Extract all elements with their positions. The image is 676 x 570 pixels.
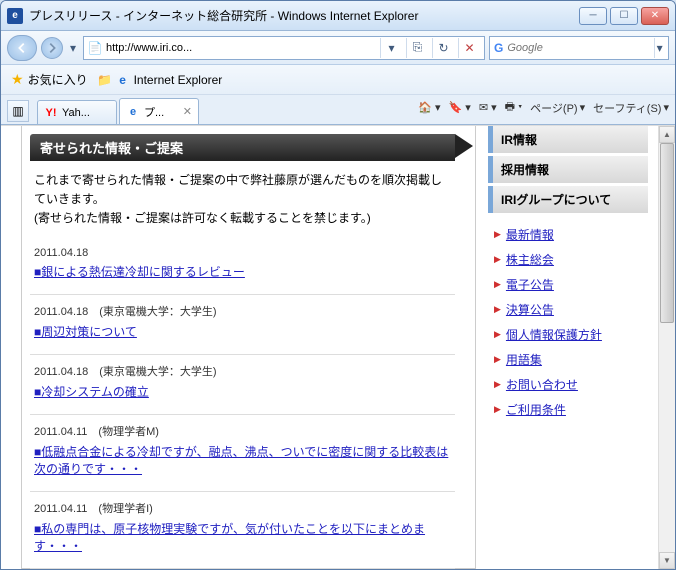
home-icon[interactable]: 🏠 ▾ xyxy=(418,101,440,114)
tab-yahoo[interactable]: Y! Yah... xyxy=(37,100,117,124)
arrow-icon: ▶ xyxy=(494,404,501,415)
sidebar-link[interactable]: お問い合わせ xyxy=(506,376,578,393)
post-link[interactable]: ■周辺対策について xyxy=(34,325,137,339)
section-header: 寄せられた情報・ご提案 xyxy=(30,134,455,161)
sidebar-link-item: ▶ 用語集 xyxy=(494,347,648,372)
back-button[interactable] xyxy=(7,35,37,61)
post-item: 2011.04.18 (東京電機大学：大学生) ■冷却システムの確立 xyxy=(30,355,455,415)
url-dropdown[interactable]: ▾ xyxy=(380,38,402,58)
favorites-label: お気に入り xyxy=(28,71,88,88)
scroll-down-button[interactable]: ▼ xyxy=(659,552,675,569)
tab-close-icon[interactable]: ✕ xyxy=(183,105,192,118)
post-date: 2011.04.18 (東京電機大学：大学生) xyxy=(34,303,451,319)
new-tab-button[interactable]: ▥ xyxy=(7,100,29,122)
post-item: 2011.04.11 (物理学者I) ■私の専門は、原子核物理実験ですが、気が付い… xyxy=(30,492,455,569)
sidebar-category[interactable]: IRIグループについて xyxy=(488,186,648,213)
post-date: 2011.04.18 (東京電機大学：大学生) xyxy=(34,363,451,379)
history-dropdown[interactable]: ▾ xyxy=(67,35,79,61)
arrow-icon: ▶ xyxy=(494,354,501,365)
sidebar-link-item: ▶ 決算公告 xyxy=(494,297,648,322)
tab-label: プ... xyxy=(144,104,164,120)
print-icon[interactable]: 🖶 ▾ xyxy=(505,98,523,117)
safety-menu[interactable]: セーフティ(S) ▾ xyxy=(593,100,669,116)
sidebar-link[interactable]: 用語集 xyxy=(506,351,542,368)
arrow-icon: ▶ xyxy=(494,229,501,240)
maximize-button[interactable]: ☐ xyxy=(610,7,638,25)
main-column: 寄せられた情報・ご提案 これまで寄せられた情報・ご提案の中で弊社藤原が選んだもの… xyxy=(21,126,476,569)
scroll-thumb[interactable] xyxy=(660,143,674,323)
sidebar-link-item: ▶ ご利用条件 xyxy=(494,397,648,422)
sidebar-link[interactable]: 決算公告 xyxy=(506,301,554,318)
post-item: 2011.04.18 ■銀による熱伝達冷却に関するレビュー xyxy=(30,239,455,295)
search-input[interactable] xyxy=(507,42,650,54)
sidebar-link[interactable]: 最新情報 xyxy=(506,226,554,243)
post-link[interactable]: ■銀による熱伝達冷却に関するレビュー xyxy=(34,265,245,279)
titlebar: e プレスリリース - インターネット総合研究所 - Windows Inter… xyxy=(1,1,675,31)
mail-icon[interactable]: ✉ ▾ xyxy=(479,101,497,114)
post-item: 2011.04.18 (東京電機大学：大学生) ■周辺対策について xyxy=(30,295,455,355)
search-dropdown[interactable]: ▾ xyxy=(654,38,664,58)
page-icon: 📄 xyxy=(88,41,102,55)
folder-icon: 📁 xyxy=(98,73,112,87)
minimize-button[interactable]: ─ xyxy=(579,7,607,25)
sidebar-link-item: ▶ お問い合わせ xyxy=(494,372,648,397)
window-title: プレスリリース - インターネット総合研究所 - Windows Interne… xyxy=(29,7,579,24)
star-icon: ★ xyxy=(11,71,24,88)
sidebar: IR情報採用情報 IRIグループについて ▶ 最新情報 ▶ 株主総会 ▶ 電子公告 ▶ 決算公告… xyxy=(488,126,658,569)
post-item: 2011.04.11 (物理学者M) ■低融点合金による冷却ですが、融点、沸点、つ… xyxy=(30,415,455,492)
google-icon: G xyxy=(494,41,503,55)
search-box[interactable]: G ▾ xyxy=(489,36,669,60)
navbar: ▾ 📄 ▾ ⎘ ↻ ✕ G ▾ xyxy=(1,31,675,65)
post-link[interactable]: ■低融点合金による冷却ですが、融点、沸点、ついでに密度に関する比較表は次の通りで… xyxy=(34,445,448,476)
yahoo-icon: Y! xyxy=(44,106,58,120)
sidebar-link-item: ▶ 個人情報保護方針 xyxy=(494,322,648,347)
post-date: 2011.04.18 xyxy=(34,247,451,259)
post-date: 2011.04.11 (物理学者I) xyxy=(34,500,451,516)
page-menu[interactable]: ページ(P) ▾ xyxy=(530,100,585,116)
ie-tab-icon: e xyxy=(126,105,140,119)
forward-button[interactable] xyxy=(41,37,63,59)
sidebar-link-item: ▶ 電子公告 xyxy=(494,272,648,297)
arrow-icon: ▶ xyxy=(494,379,501,390)
post-link[interactable]: ■冷却システムの確立 xyxy=(34,385,149,399)
arrow-icon: ▶ xyxy=(494,329,501,340)
arrow-icon: ▶ xyxy=(494,279,501,290)
compat-view-icon[interactable]: ⎘ xyxy=(406,38,428,58)
favorites-ie-link[interactable]: 📁 e Internet Explorer xyxy=(98,73,223,87)
sidebar-category[interactable]: 採用情報 xyxy=(488,156,648,183)
sidebar-link[interactable]: 個人情報保護方針 xyxy=(506,326,602,343)
favorites-bar: ★ お気に入り 📁 e Internet Explorer xyxy=(1,65,675,95)
scroll-up-button[interactable]: ▲ xyxy=(659,126,675,143)
intro-text: これまで寄せられた情報・ご提案の中で弊社藤原が選んだものを順次掲載していきます。… xyxy=(30,161,455,239)
sidebar-link-item: ▶ 株主総会 xyxy=(494,247,648,272)
scroll-track[interactable] xyxy=(659,143,675,552)
arrow-icon: ▶ xyxy=(494,304,501,315)
stop-icon[interactable]: ✕ xyxy=(458,38,480,58)
refresh-icon[interactable]: ↻ xyxy=(432,38,454,58)
close-button[interactable]: ✕ xyxy=(641,7,669,25)
scrollbar[interactable]: ▲ ▼ xyxy=(658,126,675,569)
feeds-icon[interactable]: 🔖 ▾ xyxy=(449,101,471,114)
sidebar-link-item: ▶ 最新情報 xyxy=(494,222,648,247)
address-bar[interactable]: 📄 ▾ ⎘ ↻ ✕ xyxy=(83,36,485,60)
content-area: 寄せられた情報・ご提案 これまで寄せられた情報・ご提案の中で弊社藤原が選んだもの… xyxy=(1,125,675,569)
sidebar-link[interactable]: 株主総会 xyxy=(506,251,554,268)
ie-favicon: e xyxy=(7,8,23,24)
ie-icon: e xyxy=(116,73,130,87)
tab-label: Yah... xyxy=(62,107,90,119)
post-date: 2011.04.11 (物理学者M) xyxy=(34,423,451,439)
tab-active[interactable]: e プ... ✕ xyxy=(119,98,199,124)
sidebar-link[interactable]: 電子公告 xyxy=(506,276,554,293)
sidebar-category[interactable]: IR情報 xyxy=(488,126,648,153)
arrow-icon: ▶ xyxy=(494,254,501,265)
tab-bar: ▥ Y! Yah... e プ... ✕ 🏠 ▾ 🔖 ▾ ✉ ▾ 🖶 ▾ ページ… xyxy=(1,95,675,125)
post-link[interactable]: ■私の専門は、原子核物理実験ですが、気が付いたことを以下にまとめます・・・ xyxy=(34,522,425,553)
sidebar-link[interactable]: ご利用条件 xyxy=(506,401,566,418)
ie-link-label: Internet Explorer xyxy=(134,73,223,87)
url-input[interactable] xyxy=(106,42,376,54)
command-bar: 🏠 ▾ 🔖 ▾ ✉ ▾ 🖶 ▾ ページ(P) ▾ セーフティ(S) ▾ xyxy=(418,98,669,117)
favorites-button[interactable]: ★ お気に入り xyxy=(11,71,88,88)
